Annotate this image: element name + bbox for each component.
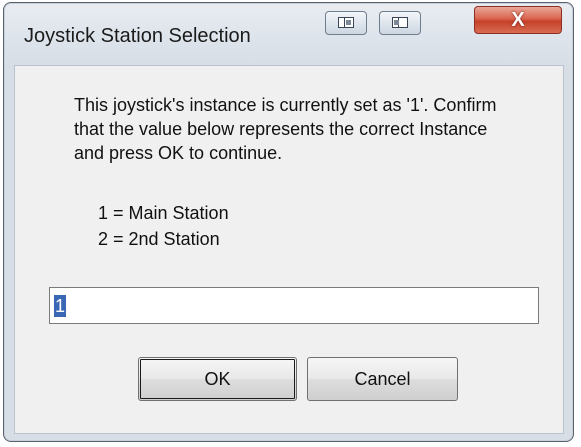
message-line: that the value below represents the corr… (74, 119, 488, 139)
cancel-button[interactable]: Cancel (307, 357, 458, 401)
dock-right-button[interactable] (379, 11, 421, 35)
ok-button[interactable]: OK (138, 357, 297, 401)
legend-item-main-station: 1 = Main Station (98, 203, 229, 223)
message-line: This joystick's instance is currently se… (74, 95, 497, 115)
legend-item-2nd-station: 2 = 2nd Station (98, 229, 220, 249)
window-title: Joystick Station Selection (24, 25, 251, 47)
close-icon: X (511, 9, 525, 31)
instance-input[interactable]: 1 (49, 287, 539, 324)
message-line: and press OK to continue. (74, 143, 283, 163)
instructions-text: This joystick's instance is currently se… (74, 93, 554, 165)
dock-left-button[interactable] (325, 11, 367, 35)
dock-right-icon (392, 17, 408, 28)
instance-input-value: 1 (54, 294, 67, 317)
close-button[interactable]: X (474, 6, 562, 34)
dock-left-icon (338, 17, 354, 28)
station-legend: 1 = Main Station 2 = 2nd Station (98, 200, 229, 252)
title-bar[interactable]: Joystick Station Selection X (4, 3, 573, 65)
